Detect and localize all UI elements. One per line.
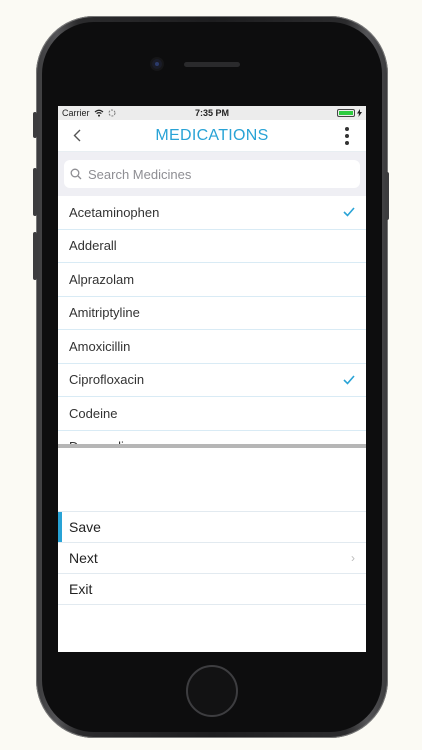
medication-name: Adderall — [69, 238, 117, 254]
mute-switch — [33, 112, 37, 138]
earpiece-speaker — [184, 62, 240, 67]
list-item[interactable]: Acetaminophen — [58, 196, 366, 230]
list-item[interactable]: Alprazolam — [58, 263, 366, 297]
more-options-button[interactable] — [338, 125, 356, 147]
medication-name: Acetaminophen — [69, 204, 160, 220]
medication-list: Acetaminophen Adderall Alprazolam Amitripty… — [58, 196, 366, 444]
battery-icon — [337, 109, 355, 117]
checkmark-icon — [343, 375, 355, 385]
list-item[interactable]: Ciprofloxacin — [58, 364, 366, 397]
volume-down-button — [33, 232, 37, 280]
menu-item-label: Exit — [69, 581, 93, 597]
status-time: 7:35 PM — [194, 108, 229, 118]
chevron-right-icon: › — [351, 551, 355, 565]
medication-name: Amoxicillin — [69, 338, 131, 354]
volume-up-button — [33, 168, 37, 216]
list-item[interactable]: Amitriptyline — [58, 297, 366, 330]
search-input[interactable]: Search Medicines — [64, 160, 360, 188]
checkmark-icon — [343, 207, 355, 217]
list-item[interactable]: Codeine — [58, 397, 366, 431]
list-item[interactable]: Amoxicillin — [58, 330, 366, 364]
home-button[interactable] — [186, 665, 238, 717]
menu-item-save[interactable]: Save — [58, 512, 366, 543]
menu-item-exit[interactable]: Exit — [58, 574, 366, 605]
power-button — [385, 172, 389, 220]
search-placeholder: Search Medicines — [88, 166, 192, 182]
more-vertical-icon — [344, 126, 349, 131]
chevron-left-icon — [73, 129, 81, 142]
medication-name: Codeine — [69, 405, 118, 421]
medication-name: Ciprofloxacin — [69, 372, 145, 388]
empty-area — [58, 448, 366, 512]
more-dot — [344, 140, 349, 145]
list-item[interactable]: Adderall — [58, 230, 366, 263]
menu-item-next[interactable]: Next › — [58, 543, 366, 574]
search-icon — [70, 168, 82, 180]
list-item[interactable]: Doxycycline — [58, 431, 366, 444]
back-button[interactable] — [68, 126, 86, 146]
app-screen: Carrier 7:35 PM MEDICATIONS Search Medic… — [58, 106, 366, 652]
action-menu: Save Next › Exit — [58, 512, 366, 605]
page-title: MEDICATIONS — [155, 126, 269, 144]
medication-name: Alprazolam — [69, 271, 135, 287]
navigation-bar: MEDICATIONS — [58, 120, 366, 152]
menu-item-label: Next — [69, 550, 98, 566]
front-camera — [152, 59, 162, 69]
menu-item-label: Save — [69, 519, 101, 535]
search-container: Search Medicines — [58, 152, 366, 196]
status-bar: Carrier 7:35 PM — [58, 106, 366, 120]
medication-name: Doxycycline — [69, 439, 138, 444]
more-dot — [344, 133, 349, 138]
medication-name: Amitriptyline — [69, 305, 140, 321]
